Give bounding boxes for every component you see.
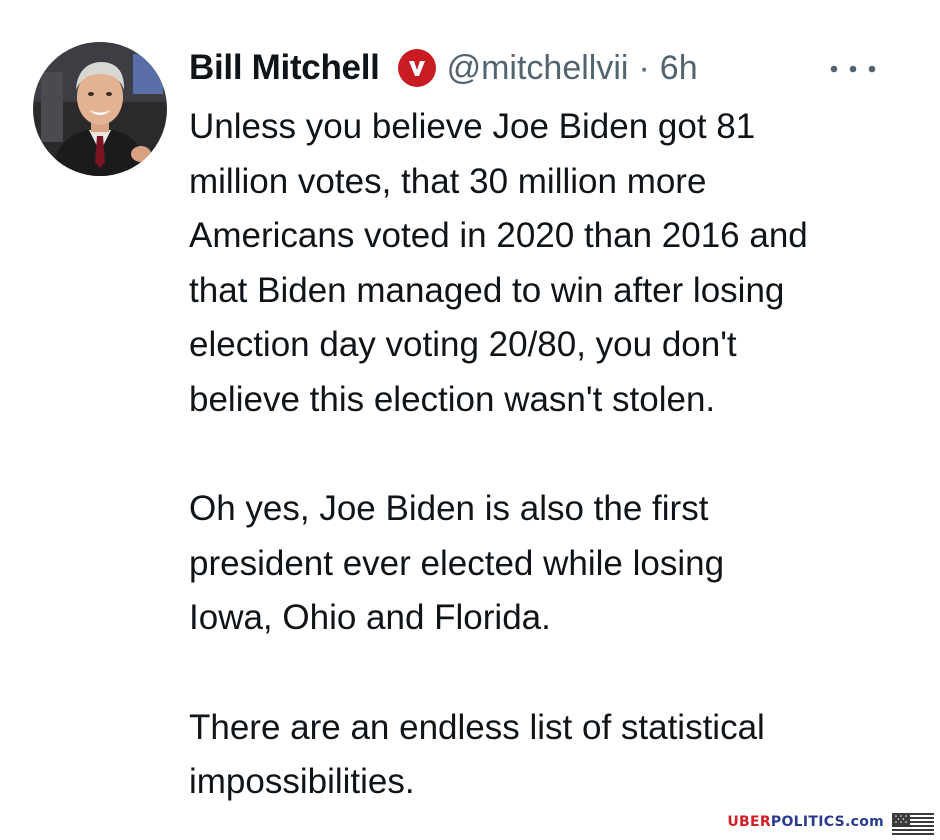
text-line: believe this election wasn't stolen. <box>189 379 716 419</box>
timestamp[interactable]: 6h <box>660 49 698 88</box>
verified-badge-icon <box>397 49 436 87</box>
avatar[interactable] <box>33 42 167 176</box>
separator-dot: · <box>638 48 650 87</box>
tweet-paragraph-3: There are an endless list of statistical… <box>189 701 909 810</box>
watermark-uber: UBER <box>727 814 771 830</box>
text-line: Unless you believe Joe Biden got 81 <box>189 107 756 146</box>
author-handle[interactable]: @mitchellvii <box>447 49 629 88</box>
tweet-paragraph-1: Unless you believe Joe Biden got 81 mill… <box>189 100 909 428</box>
tweet-header: Bill Mitchell @mitchellvii · 6h <box>189 44 698 92</box>
avatar-photo <box>33 42 167 176</box>
watermark-text: UBERPOLITICS.com <box>727 814 884 830</box>
text-line: There are an endless list of statistical <box>189 707 765 747</box>
text-line: Iowa, Ohio and Florida. <box>189 598 551 638</box>
text-line: president ever elected while losing <box>189 543 725 583</box>
text-line: Oh yes, Joe Biden is also the first <box>189 489 709 529</box>
text-line: Americans voted in 2020 than 2016 and <box>189 216 808 256</box>
watermark-politics: POLITICS.com <box>770 814 884 830</box>
text-line: million votes, that 30 million more <box>189 161 707 201</box>
watermark-bar: UBERPOLITICS.com <box>0 810 940 835</box>
tweet-paragraph-2: Oh yes, Joe Biden is also the first pres… <box>189 482 909 646</box>
text-line: impossibilities. <box>189 762 415 802</box>
text-line: election day voting 20/80, you don't <box>189 325 737 365</box>
us-flag-icon <box>892 813 934 835</box>
author-name[interactable]: Bill Mitchell <box>189 48 380 88</box>
tweet-card[interactable]: Bill Mitchell @mitchellvii · 6h Unless y… <box>0 0 940 810</box>
text-line: that Biden managed to win after losing <box>189 270 785 310</box>
tweet-text: Unless you believe Joe Biden got 81 mill… <box>189 100 909 810</box>
more-options-icon[interactable] <box>828 62 878 74</box>
